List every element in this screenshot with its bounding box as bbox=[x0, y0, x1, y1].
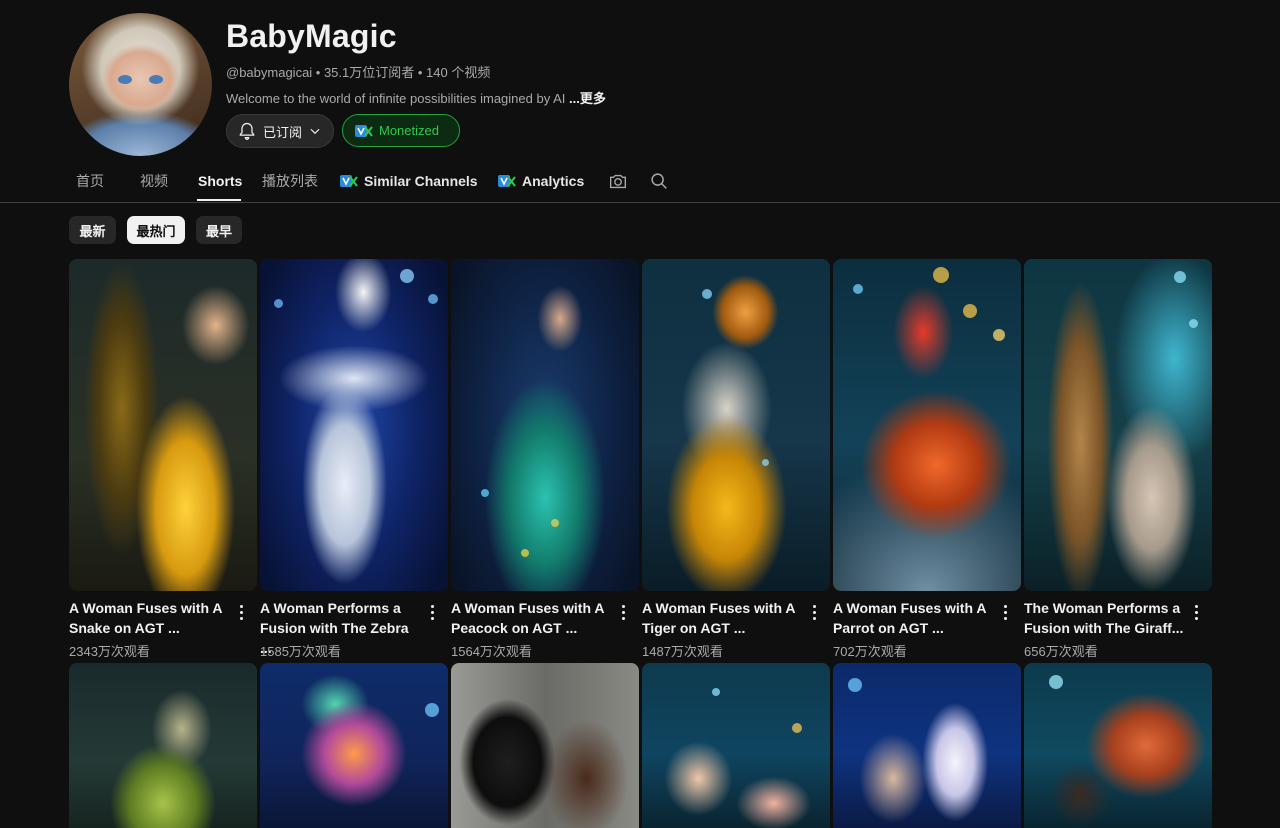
channel-tabs: 首页 视频 Shorts 播放列表 Similar Channels Analy… bbox=[0, 160, 1280, 203]
channel-stats: @babymagicai • 35.1万位订阅者 • 140 个视频 bbox=[226, 65, 491, 80]
short-title[interactable]: A Woman Fuses with A Peacock on AGT ... bbox=[451, 598, 611, 638]
tab-similar-label: Similar Channels bbox=[364, 173, 478, 189]
short-thumbnail-giraffe[interactable] bbox=[1024, 259, 1212, 591]
view-count: 656万次观看 bbox=[1024, 644, 1098, 659]
more-options-icon[interactable] bbox=[1001, 605, 1009, 621]
short-thumbnail-parrot[interactable] bbox=[833, 259, 1021, 591]
short-thumbnail-mantis[interactable] bbox=[69, 663, 257, 828]
view-count: 1585万次观看 bbox=[260, 644, 341, 659]
tab-playlists[interactable]: 播放列表 bbox=[262, 170, 318, 192]
short-thumbnail-gorilla[interactable] bbox=[451, 663, 639, 828]
view-count: 1564万次观看 bbox=[451, 644, 532, 659]
more-options-icon[interactable] bbox=[1192, 605, 1200, 621]
tab-shorts[interactable]: Shorts bbox=[198, 170, 242, 192]
tab-analytics-label: Analytics bbox=[522, 173, 585, 189]
tab-videos[interactable]: 视频 bbox=[140, 170, 168, 192]
monetized-button[interactable]: Monetized bbox=[342, 114, 460, 147]
short-title[interactable]: The Woman Performs a Fusion with The Gira… bbox=[1024, 598, 1184, 638]
short-thumbnail-peacock[interactable] bbox=[451, 259, 639, 591]
tab-home[interactable]: 首页 bbox=[76, 170, 104, 192]
short-thumbnail-tiger[interactable] bbox=[642, 259, 830, 591]
subscribed-label: 已订阅 bbox=[263, 124, 303, 140]
description-text: Welcome to the world of infinite possibi… bbox=[226, 91, 569, 106]
camera-icon[interactable] bbox=[607, 170, 629, 192]
tab-similar-channels[interactable]: Similar Channels bbox=[340, 170, 478, 192]
vidiq-logo-icon bbox=[498, 175, 516, 187]
vidiq-logo-icon bbox=[355, 124, 373, 137]
chip-oldest[interactable]: 最早 bbox=[196, 216, 242, 244]
short-thumbnail-octopus[interactable] bbox=[1024, 663, 1212, 828]
subscribed-button[interactable]: 已订阅 bbox=[226, 114, 334, 148]
more-options-icon[interactable] bbox=[237, 605, 245, 621]
short-thumbnail-unicorn[interactable] bbox=[833, 663, 1021, 828]
view-count: 1487万次观看 bbox=[642, 644, 723, 659]
short-title[interactable]: A Woman Fuses with A Parrot on AGT ... bbox=[833, 598, 993, 638]
more-options-icon[interactable] bbox=[619, 605, 627, 621]
active-tab-indicator bbox=[197, 199, 241, 201]
search-icon[interactable] bbox=[648, 170, 670, 192]
more-options-icon[interactable] bbox=[810, 605, 818, 621]
channel-name: BabyMagic bbox=[226, 18, 397, 54]
short-thumbnail-chameleon[interactable] bbox=[260, 663, 448, 828]
more-link[interactable]: ...更多 bbox=[569, 91, 606, 106]
tab-analytics[interactable]: Analytics bbox=[498, 170, 584, 192]
short-title[interactable]: A Woman Fuses with A Tiger on AGT ... bbox=[642, 598, 802, 638]
chevron-down-icon bbox=[310, 128, 320, 135]
avatar-eye bbox=[149, 75, 163, 84]
channel-description[interactable]: Welcome to the world of infinite possibi… bbox=[226, 88, 606, 107]
channel-avatar[interactable] bbox=[69, 13, 212, 156]
chip-latest[interactable]: 最新 bbox=[69, 216, 116, 244]
short-title[interactable]: A Woman Fuses with A Snake on AGT ... bbox=[69, 598, 229, 638]
view-count: 702万次观看 bbox=[833, 644, 907, 659]
monetized-label: Monetized bbox=[379, 123, 439, 138]
short-thumbnail-zebra[interactable] bbox=[260, 259, 448, 591]
vidiq-logo-icon bbox=[340, 175, 358, 187]
chip-popular[interactable]: 最热门 bbox=[127, 216, 185, 244]
view-count: 2343万次观看 bbox=[69, 644, 150, 659]
avatar-eye bbox=[118, 75, 132, 84]
short-thumbnail-snake[interactable] bbox=[69, 259, 257, 591]
short-thumbnail-piglet[interactable] bbox=[642, 663, 830, 828]
more-options-icon[interactable] bbox=[428, 605, 436, 621]
bell-icon bbox=[239, 122, 255, 140]
